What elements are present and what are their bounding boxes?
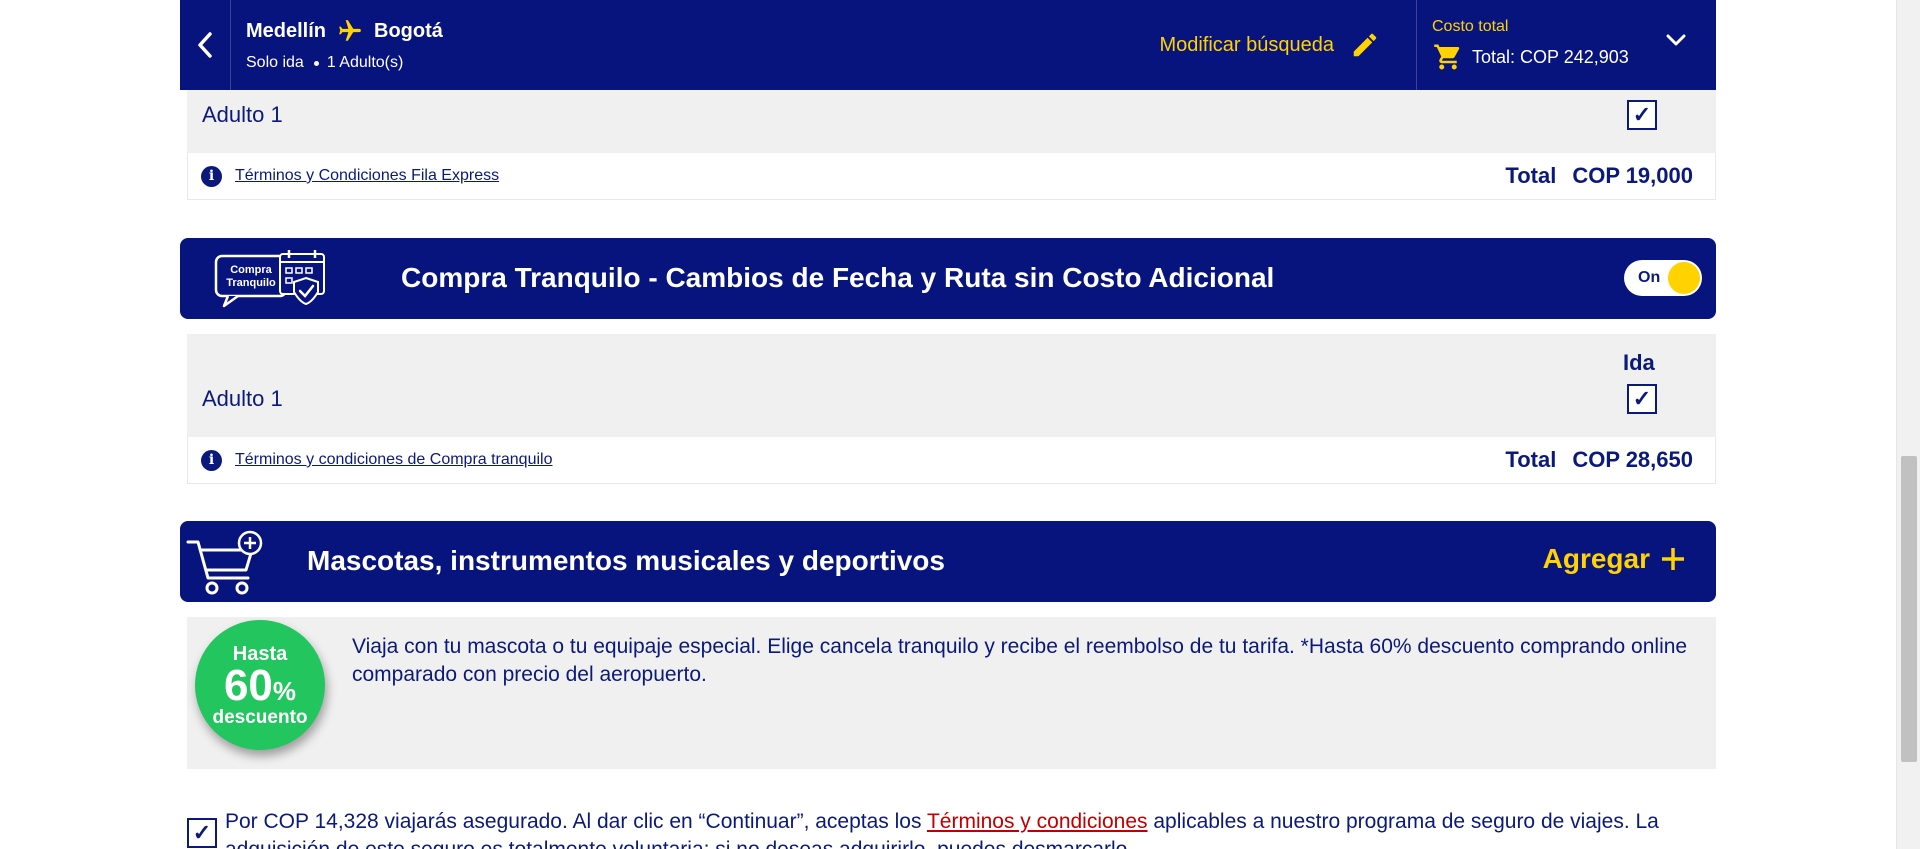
scrollbar-thumb[interactable] <box>1901 456 1917 762</box>
compra-tranquilo-total: Total COP 28,650 <box>1505 447 1693 473</box>
total-cost-value: Total: COP 242,903 <box>1472 46 1629 67</box>
insurance-text: Por COP 14,328 viajarás asegurado. Al da… <box>225 808 1707 849</box>
compra-tranquilo-terms-link[interactable]: Términos y condiciones de Compra tranqui… <box>235 451 552 469</box>
fila-express-total: Total COP 19,000 <box>1505 163 1693 189</box>
modify-search-label: Modificar búsqueda <box>1159 33 1334 56</box>
total-cost-panel[interactable]: Costo total Total: COP 242,903 <box>1416 0 1716 90</box>
direction-label: Ida <box>1623 350 1655 375</box>
adult-label: Adulto 1 <box>202 102 283 127</box>
passenger-count: 1 Adulto(s) <box>326 54 404 71</box>
mascotas-title: Mascotas, instrumentos musicales y depor… <box>307 545 945 576</box>
plus-icon <box>1662 548 1684 570</box>
total-value: COP 19,000 <box>1572 163 1693 188</box>
compra-tranquilo-logo: Compra Tranquilo <box>214 250 325 308</box>
info-icon: i <box>201 165 222 187</box>
compra-tranquilo-checkbox[interactable]: ✓ <box>1627 384 1657 414</box>
insurance-consent: ✓ Por COP 14,328 viajarás asegurado. Al … <box>187 808 1707 849</box>
page: Medellín Bogotá Solo ida 1 Adulto(s) Mod… <box>0 0 1920 849</box>
back-button[interactable] <box>180 0 231 90</box>
compra-tranquilo-title: Compra Tranquilo - Cambios de Fecha y Ru… <box>401 262 1275 293</box>
svg-text:Tranquilo: Tranquilo <box>226 277 276 289</box>
cart-icon <box>1434 44 1460 70</box>
insurance-terms-link[interactable]: Términos y condiciones <box>927 810 1148 833</box>
toggle-label: On <box>1638 269 1661 286</box>
compra-tranquilo-passenger-row: Ida Adulto 1 ✓ <box>187 334 1716 437</box>
toggle-knob <box>1668 262 1700 294</box>
destination-city: Bogotá <box>374 19 443 42</box>
fila-express-passenger-row: Adulto 1 ✓ <box>187 90 1716 153</box>
trip-type: Solo ida <box>246 54 304 71</box>
modify-search-button[interactable]: Modificar búsqueda <box>1159 0 1416 90</box>
badge-percent: % <box>272 675 297 706</box>
badge-bottom: descuento <box>212 706 308 728</box>
chevron-down-icon[interactable] <box>1666 33 1686 47</box>
insurance-checkbox[interactable]: ✓ <box>187 818 217 848</box>
airplane-icon <box>339 20 361 41</box>
badge-number: 60 <box>223 660 273 710</box>
total-label: Total <box>1505 163 1557 188</box>
fila-express-footer: i Términos y Condiciones Fila Express To… <box>187 153 1716 200</box>
insurance-text-before: Por COP 14,328 viajarás asegurado. Al da… <box>225 810 927 833</box>
total-label: Total <box>1505 447 1557 472</box>
compra-tranquilo-banner: Compra Tranquilo Compra Tranquilo - Camb… <box>180 238 1716 319</box>
agregar-label: Agregar <box>1542 543 1650 574</box>
fila-express-terms-link[interactable]: Términos y Condiciones Fila Express <box>235 167 499 185</box>
mascotas-banner: Mascotas, instrumentos musicales y depor… <box>180 521 1716 602</box>
mascotas-promo: Hasta 60% descuento Viaja con tu mascota… <box>187 617 1716 769</box>
flight-summary-header: Medellín Bogotá Solo ida 1 Adulto(s) Mod… <box>180 0 1716 90</box>
chevron-left-icon <box>198 32 212 58</box>
compra-tranquilo-footer: i Términos y condiciones de Compra tranq… <box>187 437 1716 484</box>
total-value: COP 28,650 <box>1572 447 1693 472</box>
pencil-icon <box>1353 33 1377 57</box>
svg-text:Compra: Compra <box>230 264 272 276</box>
adult-label: Adulto 1 <box>202 386 283 411</box>
agregar-button[interactable]: Agregar <box>1543 543 1686 575</box>
info-icon: i <box>201 449 222 471</box>
compra-tranquilo-toggle[interactable]: On <box>1624 260 1702 296</box>
promo-description: Viaja con tu mascota o tu equipaje espec… <box>352 635 1688 686</box>
discount-badge: Hasta 60% descuento <box>195 620 325 750</box>
fila-express-checkbox[interactable]: ✓ <box>1627 100 1657 130</box>
page-scrollbar[interactable] <box>1896 0 1920 849</box>
origin-city: Medellín <box>246 19 327 42</box>
separator-dot <box>313 60 319 66</box>
route-info: Medellín Bogotá Solo ida 1 Adulto(s) <box>231 0 1159 90</box>
cart-plus-icon <box>186 530 263 595</box>
